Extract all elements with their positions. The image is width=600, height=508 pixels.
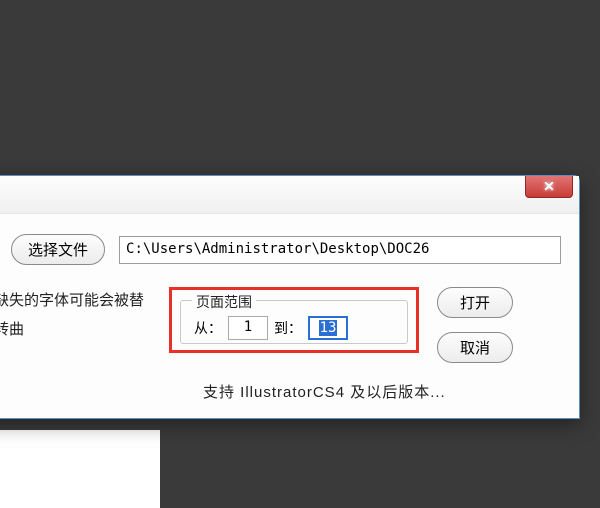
from-value: 1 bbox=[244, 319, 252, 335]
dialog-titlebar: ✕ bbox=[0, 176, 579, 214]
page-range-legend: 页面范围 bbox=[192, 292, 256, 312]
close-button[interactable]: ✕ bbox=[525, 176, 573, 198]
cancel-button[interactable]: 取消 bbox=[437, 332, 513, 363]
close-icon: ✕ bbox=[543, 178, 555, 195]
to-input[interactable]: 13 bbox=[308, 316, 348, 340]
font-warning-line2: 字转曲 bbox=[0, 316, 159, 345]
open-button[interactable]: 打开 bbox=[437, 287, 513, 318]
file-row: 选择文件 C:\Users\Administrator\Desktop\DOC2… bbox=[11, 234, 561, 265]
open-dialog: ✕ 选择文件 C:\Users\Administrator\Desktop\DO… bbox=[0, 175, 580, 419]
page-range-controls: 从： 1 到： 13 bbox=[194, 316, 348, 340]
options-row: 中缺失的字体可能会被替 字转曲 页面范围 从： 1 到： 13 bbox=[0, 287, 561, 363]
to-label: 到： bbox=[274, 318, 302, 338]
from-input[interactable]: 1 bbox=[228, 316, 268, 340]
from-label: 从： bbox=[194, 318, 222, 338]
app-backdrop-lower bbox=[160, 430, 600, 508]
font-warning-line1: 中缺失的字体可能会被替 bbox=[0, 287, 159, 316]
dialog-body: 选择文件 C:\Users\Administrator\Desktop\DOC2… bbox=[0, 214, 579, 418]
page-range-highlight: 页面范围 从： 1 到： 13 bbox=[169, 287, 419, 353]
footer-note: 支持 IllustratorCS4 及以后版本... bbox=[203, 381, 561, 402]
font-warning-text: 中缺失的字体可能会被替 字转曲 bbox=[0, 287, 159, 344]
to-value: 13 bbox=[319, 320, 338, 336]
dialog-actions: 打开 取消 bbox=[437, 287, 513, 363]
file-path-field[interactable]: C:\Users\Administrator\Desktop\DOC26 bbox=[119, 236, 561, 264]
select-file-button[interactable]: 选择文件 bbox=[11, 234, 105, 265]
